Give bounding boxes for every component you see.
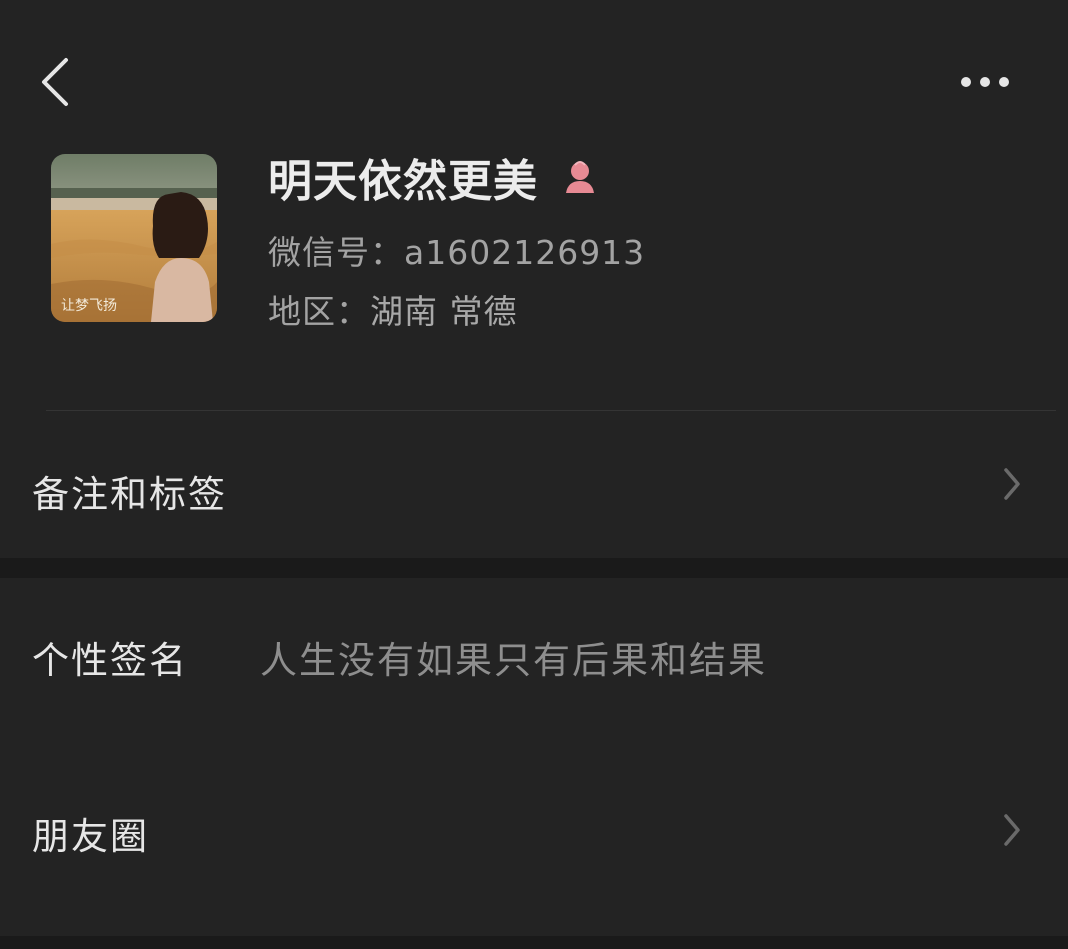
- chevron-right-icon: [1004, 814, 1020, 846]
- chevron-left-icon: [42, 58, 68, 106]
- wechat-id-value: a1602126913: [404, 233, 646, 272]
- region-value: 湖南 常德: [370, 292, 518, 331]
- nickname: 明天依然更美: [268, 156, 538, 207]
- section-separator: [0, 558, 1068, 578]
- moments-row[interactable]: 朋友圈: [0, 750, 1068, 910]
- signature-row: 个性签名 人生没有如果只有后果和结果: [0, 578, 1068, 728]
- chevron-right-icon: [1004, 468, 1020, 500]
- region-label: 地区：: [268, 292, 370, 331]
- region: 地区：湖南 常德: [268, 285, 518, 333]
- profile-header: 让梦飞扬 明天依然更美 微信号：a1602126913 地区：湖南 常德: [0, 140, 1068, 410]
- avatar-image: 让梦飞扬: [51, 154, 217, 322]
- section-separator-bottom: [0, 936, 1068, 949]
- signature-value: 人生没有如果只有后果和结果: [260, 639, 767, 682]
- more-options-button[interactable]: [950, 62, 1020, 102]
- remarks-and-tags-row[interactable]: 备注和标签: [0, 412, 1068, 558]
- ellipsis-icon: [961, 77, 1009, 87]
- moments-label: 朋友圈: [32, 815, 149, 858]
- avatar-caption: 让梦飞扬: [61, 298, 117, 314]
- name-row: 明天依然更美: [268, 142, 600, 212]
- divider: [46, 410, 1056, 411]
- wechat-id-label: 微信号：: [268, 233, 404, 272]
- avatar[interactable]: 让梦飞扬: [51, 154, 217, 322]
- back-button[interactable]: [30, 50, 90, 114]
- female-icon: [566, 161, 594, 193]
- signature-label: 个性签名: [32, 639, 188, 682]
- remarks-and-tags-label: 备注和标签: [32, 473, 227, 516]
- top-bar: [0, 0, 1068, 150]
- wechat-id: 微信号：a1602126913: [268, 226, 645, 274]
